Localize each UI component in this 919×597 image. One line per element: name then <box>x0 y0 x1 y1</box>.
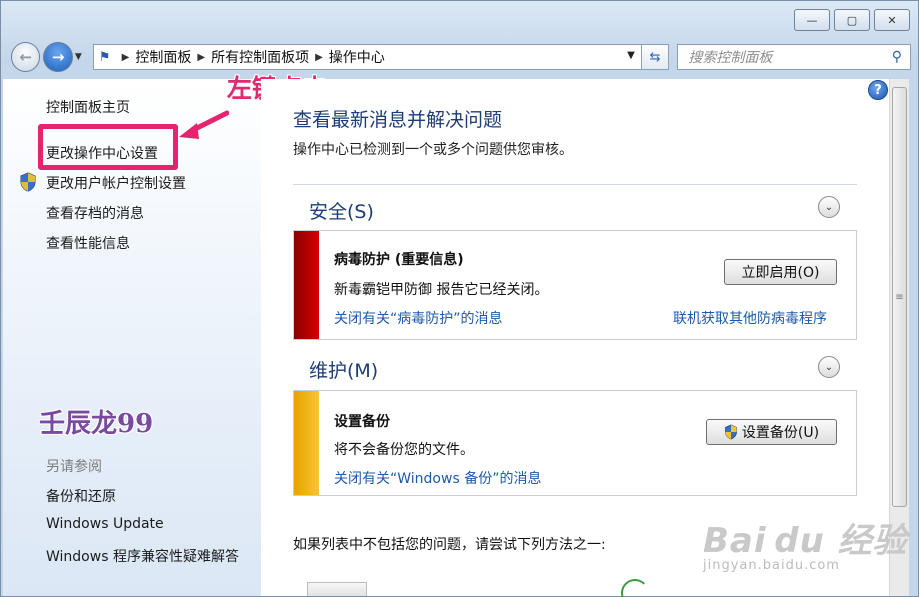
search-placeholder: 搜索控制面板 <box>688 50 773 66</box>
forward-arrow-icon: → <box>51 48 65 66</box>
footer-hint: 如果列表中不包括您的问题，请尝试下列方法之一: <box>293 537 606 553</box>
maintenance-card: 设置备份 将不会备份您的文件。 关闭有关“Windows 备份”的消息 设置备份… <box>293 390 857 496</box>
link-change-uac-settings[interactable]: 更改用户帐户控制设置 <box>46 173 186 193</box>
troubleshooting-icon <box>307 582 367 596</box>
section-title-maintenance[interactable]: 维护(M) <box>309 356 378 383</box>
caption-buttons: — ▢ ✕ <box>794 9 910 31</box>
virus-protection-title: 病毒防护 (重要信息) <box>334 252 464 268</box>
scrollbar-thumb[interactable]: ≡ <box>892 87 907 507</box>
security-severity-bar <box>294 231 319 339</box>
breadcrumb: ▶ 控制面板 ▶ 所有控制面板项 ▶ 操作中心 <box>116 47 385 67</box>
uac-shield-icon <box>725 424 737 440</box>
security-expand-chevron-icon[interactable]: ⌄ <box>818 196 840 218</box>
minimize-button[interactable]: — <box>794 9 830 31</box>
breadcrumb-all-items[interactable]: 所有控制面板项 <box>211 47 309 67</box>
link-view-performance-info[interactable]: 查看性能信息 <box>46 233 130 253</box>
pointer-arrow-icon <box>179 110 229 139</box>
set-up-backup-button[interactable]: 设置备份(U) <box>706 419 837 445</box>
author-annotation: 壬辰龙99 <box>39 409 154 439</box>
link-windows-update[interactable]: Windows Update <box>46 516 164 532</box>
maintenance-severity-bar <box>294 391 319 495</box>
virus-protection-desc: 新毒霸铠甲防御 报告它已经关闭。 <box>334 282 549 298</box>
breadcrumb-action-center[interactable]: 操作中心 <box>329 47 385 67</box>
forward-button[interactable]: → <box>43 42 73 72</box>
breadcrumb-separator-icon[interactable]: ▶ <box>197 52 205 63</box>
baidu-watermark: Bai du 经验 jingyan.baidu.com <box>703 513 908 573</box>
close-icon: ✕ <box>887 13 897 27</box>
maintenance-expand-chevron-icon[interactable]: ⌄ <box>818 356 840 378</box>
link-turn-off-backup-messages[interactable]: 关闭有关“Windows 备份”的消息 <box>334 468 541 488</box>
maximize-button[interactable]: ▢ <box>834 9 870 31</box>
search-input[interactable]: 搜索控制面板 ⚲ <box>677 44 911 70</box>
system-restore-icon <box>621 579 649 597</box>
section-title-security[interactable]: 安全(S) <box>309 197 374 224</box>
close-button[interactable]: ✕ <box>874 9 910 31</box>
link-turn-off-virus-messages[interactable]: 关闭有关“病毒防护”的消息 <box>334 308 503 328</box>
search-icon[interactable]: ⚲ <box>892 49 902 65</box>
back-arrow-icon: ← <box>19 48 33 66</box>
set-up-backup-label: 设置备份(U) <box>741 425 820 441</box>
turn-on-now-button[interactable]: 立即启用(O) <box>724 259 837 285</box>
link-backup-restore[interactable]: 备份和还原 <box>46 486 116 506</box>
link-view-archived-messages[interactable]: 查看存档的消息 <box>46 203 144 223</box>
divider <box>293 184 857 185</box>
backup-title: 设置备份 <box>334 414 390 430</box>
breadcrumb-control-panel[interactable]: 控制面板 <box>135 47 191 67</box>
maximize-icon: ▢ <box>846 13 858 27</box>
see-also-label: 另请参阅 <box>46 459 102 475</box>
highlight-box <box>38 124 178 170</box>
help-icon: ? <box>874 82 882 98</box>
action-center-flag-icon: ⚑ <box>98 49 111 65</box>
refresh-icon: ⇆ <box>649 49 661 65</box>
control-panel-window: — ▢ ✕ ← → ▼ ⚑ ▶ 控制面板 ▶ 所有控制面板项 ▶ 操作中心 ▼ … <box>0 0 919 597</box>
link-control-panel-home[interactable]: 控制面板主页 <box>46 97 130 117</box>
page-title: 查看最新消息并解决问题 <box>293 109 503 131</box>
turn-on-now-label: 立即启用(O) <box>741 265 820 281</box>
address-dropdown-icon[interactable]: ▼ <box>627 50 635 61</box>
link-program-compatibility[interactable]: Windows 程序兼容性疑难解答 <box>46 546 239 566</box>
address-bar[interactable]: ⚑ ▶ 控制面板 ▶ 所有控制面板项 ▶ 操作中心 ▼ <box>92 44 642 70</box>
backup-desc: 将不会备份您的文件。 <box>334 442 474 458</box>
watermark-brand: Bai du 经验 <box>703 521 908 561</box>
uac-shield-icon <box>20 172 36 192</box>
recent-pages-dropdown[interactable]: ▼ <box>75 52 87 62</box>
page-subtitle: 操作中心已检测到一个或多个问题供您审核。 <box>293 142 573 158</box>
navigation-bar: ← → ▼ ⚑ ▶ 控制面板 ▶ 所有控制面板项 ▶ 操作中心 ▼ ⇆ 搜索控制… <box>11 41 911 73</box>
security-card: 病毒防护 (重要信息) 新毒霸铠甲防御 报告它已经关闭。 关闭有关“病毒防护”的… <box>293 230 857 340</box>
minimize-icon: — <box>806 13 818 27</box>
breadcrumb-separator-icon[interactable]: ▶ <box>315 52 323 63</box>
link-get-antivirus-online[interactable]: 联机获取其他防病毒程序 <box>673 308 827 328</box>
back-button[interactable]: ← <box>11 42 41 72</box>
help-button[interactable]: ? <box>868 80 888 100</box>
breadcrumb-separator-icon: ▶ <box>121 51 130 63</box>
refresh-button[interactable]: ⇆ <box>641 44 670 70</box>
